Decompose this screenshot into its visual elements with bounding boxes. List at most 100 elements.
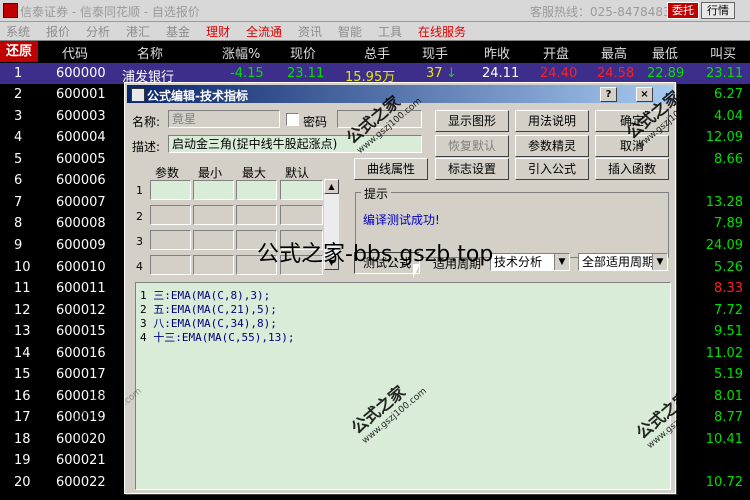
stock-bid: 8.33 (714, 281, 743, 296)
param-cell[interactable] (280, 205, 323, 225)
col-high[interactable]: 最高 (601, 43, 627, 62)
stock-code: 600009 (56, 238, 106, 253)
param-cell[interactable] (150, 180, 191, 200)
table-header: 还原 代码 名称 涨幅% 现价 总手 现手 昨收 开盘 最高 最低 叫买 (0, 41, 750, 62)
row-number: 9 (14, 238, 23, 253)
import-formula-button[interactable]: 引入公式 (515, 158, 589, 180)
menu-item-hk[interactable]: 港汇 (126, 23, 150, 40)
period-select[interactable]: 全部适用周期 ▼ (578, 253, 668, 271)
menu-item-full-circulation[interactable]: 全流通 (246, 23, 282, 40)
menu-item-analysis[interactable]: 分析 (86, 23, 110, 40)
menu-item-online-service[interactable]: 在线服务 (418, 23, 466, 40)
param-wizard-button[interactable]: 参数精灵 (515, 135, 589, 157)
param-cell[interactable] (193, 205, 234, 225)
col-low[interactable]: 最低 (652, 43, 678, 62)
formula-editor-dialog: 公式编辑-技术指标 ? × 名称: 竟星 密码 描述: 启动金三角(捉中线牛股起… (124, 82, 676, 494)
dropdown-arrow-icon[interactable]: ▼ (554, 254, 569, 270)
row-number: 13 (14, 324, 31, 339)
stock-code: 600008 (56, 216, 106, 231)
period-select-value: 全部适用周期 (582, 255, 655, 269)
stock-code: 600000 (56, 66, 106, 81)
col-open[interactable]: 开盘 (543, 43, 569, 62)
menu-item-fund[interactable]: 基金 (166, 23, 190, 40)
col-volume[interactable]: 总手 (364, 43, 390, 62)
insert-function-button[interactable]: 插入函数 (595, 158, 669, 180)
stock-code: 600006 (56, 173, 106, 188)
menu-item-smart[interactable]: 智能 (338, 23, 362, 40)
sign-settings-button[interactable]: 标志设置 (435, 158, 509, 180)
window-title: 信泰证券 - 信泰同花顺 - 自选报价 (20, 5, 200, 19)
param-cell[interactable] (236, 205, 277, 225)
param-cell[interactable] (150, 205, 191, 225)
row-number: 16 (14, 389, 31, 404)
restore-default-button[interactable]: 恢复默认 (435, 135, 509, 157)
col-prev-close[interactable]: 昨收 (484, 43, 510, 62)
row-number: 3 (14, 109, 23, 124)
stock-change: -4.15 (230, 66, 264, 81)
stock-open: 24.40 (540, 66, 578, 81)
description-field[interactable]: 启动金三角(捉中线牛股起涨点) (168, 135, 422, 153)
hotline-text: 客服热线：025-84784836 (530, 5, 679, 19)
stock-bid: 7.72 (714, 303, 743, 318)
col-price[interactable]: 现价 (290, 43, 316, 62)
restore-button[interactable]: 还原 (0, 41, 38, 62)
col-code[interactable]: 代码 (62, 43, 88, 62)
menu-item-quote[interactable]: 报价 (46, 23, 70, 40)
name-field[interactable]: 竟星 (168, 110, 280, 128)
col-change[interactable]: 涨幅% (222, 43, 260, 62)
row-number: 17 (14, 410, 31, 425)
param-col-max: 最大 (242, 166, 267, 180)
weituo-button[interactable]: 委托 (667, 2, 699, 19)
dialog-icon (131, 88, 145, 102)
param-cell[interactable] (236, 180, 277, 200)
help-icon[interactable]: ? (600, 87, 617, 102)
title-bar: 信泰证券 - 信泰同花顺 - 自选报价 客服热线：025-84784836 委托… (0, 0, 750, 22)
show-graph-button[interactable]: 显示图形 (435, 110, 509, 132)
stock-code: 600021 (56, 453, 106, 468)
col-bid[interactable]: 叫买 (710, 43, 736, 62)
stock-code: 600016 (56, 346, 106, 361)
table-row[interactable]: 1 600000 浦发银行 -4.15 23.11 15.95万 37 ↓ 24… (0, 63, 750, 85)
row-number: 11 (14, 281, 31, 296)
hangqing-button[interactable]: 行情 (701, 2, 735, 19)
param-col-min: 最小 (198, 166, 223, 180)
param-cell[interactable] (193, 255, 234, 275)
row-number: 8 (14, 216, 23, 231)
param-cell[interactable] (150, 230, 191, 250)
type-select[interactable]: 技术分析 ▼ (490, 253, 570, 271)
password-label: 密码 (303, 115, 328, 129)
param-row-num: 2 (136, 210, 143, 223)
row-number: 6 (14, 173, 23, 188)
param-row-num: 3 (136, 235, 143, 248)
row-number: 4 (14, 130, 23, 145)
param-cell[interactable] (150, 255, 191, 275)
row-number: 1 (14, 66, 23, 81)
stock-code: 600001 (56, 87, 106, 102)
password-checkbox[interactable] (286, 113, 299, 126)
overlay-banner-text: 公式之家-bbs.gszb.top (257, 242, 494, 267)
param-cell[interactable] (193, 180, 234, 200)
stock-bid: 4.04 (714, 109, 743, 124)
description-label: 描述: (132, 140, 161, 154)
row-number: 5 (14, 152, 23, 167)
hint-text: 编译测试成功! (363, 213, 440, 227)
stock-bid: 24.09 (705, 238, 743, 253)
usage-button[interactable]: 用法说明 (515, 110, 589, 132)
dropdown-arrow-icon[interactable]: ▼ (652, 254, 667, 270)
param-cell[interactable] (193, 230, 234, 250)
col-name[interactable]: 名称 (137, 43, 163, 62)
menu-item-system[interactable]: 系统 (6, 23, 30, 40)
param-row-num: 1 (136, 184, 143, 197)
param-cell[interactable] (280, 180, 323, 200)
curve-props-button[interactable]: 曲线属性 (354, 158, 428, 180)
stock-bid: 23.11 (706, 66, 744, 81)
menu-item-tools[interactable]: 工具 (378, 23, 402, 40)
scroll-up-icon[interactable]: ▲ (324, 179, 339, 194)
stock-code: 600005 (56, 152, 106, 167)
menu-bar: 系统 报价 分析 港汇 基金 理财 全流通 资讯 智能 工具 在线服务 (0, 22, 750, 41)
name-label: 名称: (132, 115, 161, 129)
menu-item-finance[interactable]: 理财 (206, 23, 230, 40)
menu-item-news[interactable]: 资讯 (298, 23, 322, 40)
col-hand[interactable]: 现手 (422, 43, 448, 62)
stock-code: 600017 (56, 367, 106, 382)
